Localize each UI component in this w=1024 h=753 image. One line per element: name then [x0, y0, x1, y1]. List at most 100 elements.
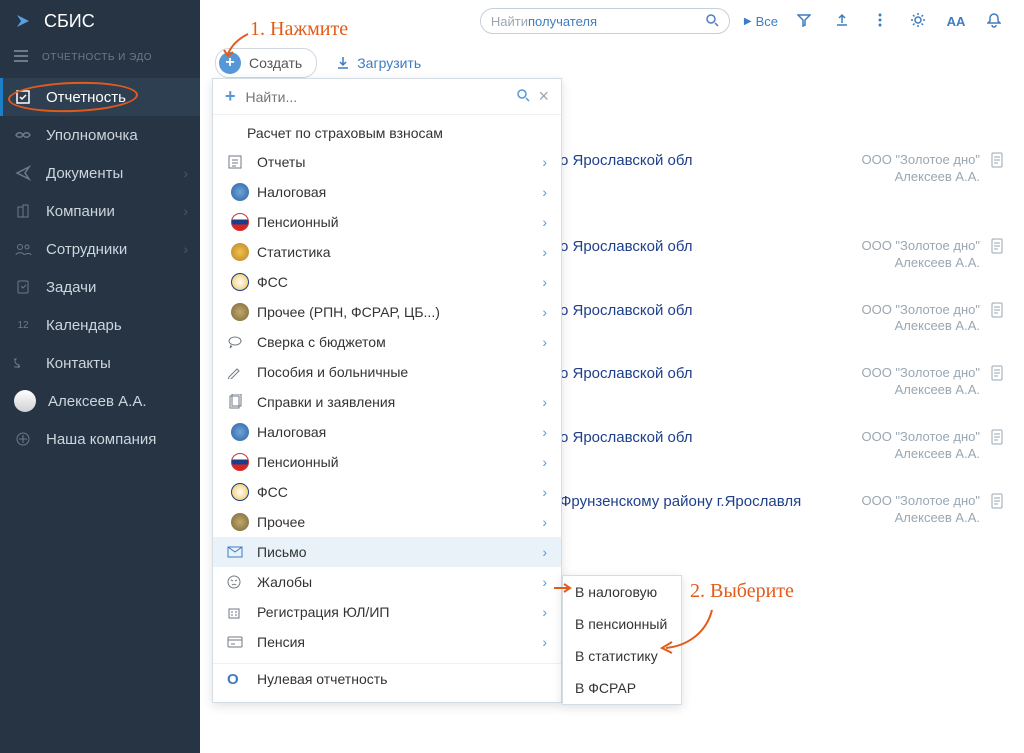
chevron-right-icon: › [183, 241, 188, 257]
submenu-item-fsrar[interactable]: В ФСРАР [563, 672, 681, 704]
dropdown-item-pension[interactable]: Пенсионный› [213, 207, 561, 237]
dropdown-item-registration[interactable]: Регистрация ЮЛ/ИП› [213, 597, 561, 627]
dropdown-search-input[interactable] [246, 89, 517, 105]
filter-all[interactable]: ▶Все [744, 14, 778, 29]
angry-icon [227, 575, 247, 589]
filter-icon[interactable] [792, 13, 816, 30]
nav-label: Наша компания [46, 431, 200, 448]
submenu-item-stats[interactable]: В статистику [563, 640, 681, 672]
plus-icon[interactable]: + [225, 86, 236, 107]
result-title: о Ярославской обл [560, 152, 861, 169]
nav-item-contacts[interactable]: Контакты [0, 344, 200, 382]
calendar-badge: 12 [14, 320, 32, 331]
submenu-item-pension[interactable]: В пенсионный [563, 608, 681, 640]
dropdown-cert-pension[interactable]: Пенсионный› [213, 447, 561, 477]
mail-icon [227, 546, 247, 558]
nav-label: Контакты [46, 355, 200, 372]
dropdown-section-certs[interactable]: Справки и заявления › [213, 387, 561, 417]
app-header: СБИС [0, 0, 200, 42]
result-meta: ООО "Золотое дно"Алексеев А.А. [861, 152, 980, 186]
result-row[interactable]: Фрунзенскому району г.Ярославля ООО "Зол… [560, 481, 1014, 545]
action-row: + Создать Загрузить [215, 48, 421, 78]
result-title: о Ярославской обл [560, 302, 861, 319]
doc-icon [990, 238, 1008, 256]
dropdown-item-zero[interactable]: OНулевая отчетность [213, 664, 561, 694]
dropdown-cert-other[interactable]: Прочее› [213, 507, 561, 537]
nav-item-authorize[interactable]: Уполномочка [0, 116, 200, 154]
nav-item-calendar[interactable]: 12 Календарь [0, 306, 200, 344]
nav-item-user[interactable]: Алексеев А.А. [0, 382, 200, 420]
result-title: Фрунзенскому району г.Ярославля [560, 493, 861, 510]
nav-item-employees[interactable]: Сотрудники › [0, 230, 200, 268]
nav-label: Уполномочка [46, 127, 200, 144]
submenu-item-tax[interactable]: В налоговую [563, 576, 681, 608]
plus-icon: + [219, 52, 241, 74]
bell-icon[interactable] [982, 12, 1006, 31]
doc-icon [990, 429, 1008, 447]
dropdown-item-complaints[interactable]: Жалобы› [213, 567, 561, 597]
dropdown-item-letter[interactable]: Письмо› [213, 537, 561, 567]
result-row[interactable]: о Ярославской обл ООО "Золотое дно"Алекс… [560, 226, 1014, 290]
nav-item-our-company[interactable]: Наша компания [0, 420, 200, 458]
chevron-right-icon: › [183, 165, 188, 181]
search-placeholder-term: получателя [528, 14, 597, 29]
dropdown-cert-fss[interactable]: ФСС› [213, 477, 561, 507]
pen-icon [227, 365, 247, 379]
result-row[interactable]: о Ярославской обл ООО "Золотое дно"Алекс… [560, 353, 1014, 417]
doc-icon [990, 302, 1008, 320]
search-icon[interactable] [516, 88, 530, 105]
dropdown-first-item[interactable]: Расчет по страховым взносам [213, 115, 561, 147]
dropdown-cert-tax[interactable]: Налоговая› [213, 417, 561, 447]
gear-icon[interactable] [906, 12, 930, 31]
nav-label: Алексеев А.А. [48, 393, 200, 410]
docs-icon [227, 394, 247, 410]
nav-list: Отчетность Уполномочка Документы › Компа… [0, 72, 200, 458]
dropdown-item-other[interactable]: Прочее (РПН, ФСРАР, ЦБ...)› [213, 297, 561, 327]
menu-icon[interactable] [14, 50, 28, 65]
people-icon [14, 240, 32, 258]
font-size-icon[interactable]: AA [944, 14, 968, 29]
chevron-right-icon: › [542, 184, 547, 200]
close-icon[interactable]: × [538, 86, 549, 107]
dropdown-item-benefits[interactable]: Пособия и больничные [213, 357, 561, 387]
nav-item-documents[interactable]: Документы › [0, 154, 200, 192]
result-row[interactable]: о Ярославской обл ООО "Золотое дно"Алекс… [560, 140, 1014, 226]
dropdown-item-tax[interactable]: Налоговая› [213, 177, 561, 207]
emblem-icon [229, 211, 251, 233]
nav-label: Сотрудники [46, 241, 183, 258]
dropdown-item-budget[interactable]: Сверка с бюджетом› [213, 327, 561, 357]
dropdown-section-reports[interactable]: Отчеты › [213, 147, 561, 177]
dropdown-item-fss[interactable]: ФСС› [213, 267, 561, 297]
doc-icon [990, 365, 1008, 383]
results-list: о Ярославской обл ООО "Золотое дно"Алекс… [560, 140, 1014, 545]
export-icon[interactable] [830, 13, 854, 30]
emblem-icon [229, 271, 251, 293]
search-placeholder-prefix: Найти [491, 14, 528, 29]
chat-icon [14, 354, 32, 372]
building-icon [227, 605, 247, 619]
dropdown-item-pension[interactable]: Пенсия› [213, 627, 561, 657]
reports-icon [14, 88, 32, 106]
result-row[interactable]: о Ярославской обл ООО "Золотое дно"Алекс… [560, 417, 1014, 481]
app-title: СБИС [44, 11, 95, 32]
nav-item-reports[interactable]: Отчетность [0, 78, 200, 116]
result-title: о Ярославской обл [560, 429, 861, 446]
nav-label: Документы [46, 165, 183, 182]
company-icon [14, 430, 32, 448]
chat-icon [227, 335, 247, 349]
building-icon [14, 202, 32, 220]
result-row[interactable]: о Ярославской обл ООО "Золотое дно"Алекс… [560, 290, 1014, 354]
nav-item-tasks[interactable]: Задачи [0, 268, 200, 306]
search-icon[interactable] [705, 13, 719, 30]
recipient-search[interactable]: Найти получателя [480, 8, 730, 34]
create-button[interactable]: + Создать [215, 48, 317, 78]
upload-button[interactable]: Загрузить [335, 55, 421, 71]
nav-item-companies[interactable]: Компании › [0, 192, 200, 230]
chevron-right-icon: › [542, 154, 547, 170]
emblem-icon [229, 241, 251, 263]
app-subtitle-row: ОТЧЕТНОСТЬ И ЭДО [0, 42, 200, 72]
more-icon[interactable] [868, 13, 892, 30]
create-dropdown: + × Расчет по страховым взносам Отчеты ›… [212, 78, 562, 703]
dropdown-item-stats[interactable]: Статистика› [213, 237, 561, 267]
topbar: Найти получателя ▶Все AA [200, 0, 1024, 42]
